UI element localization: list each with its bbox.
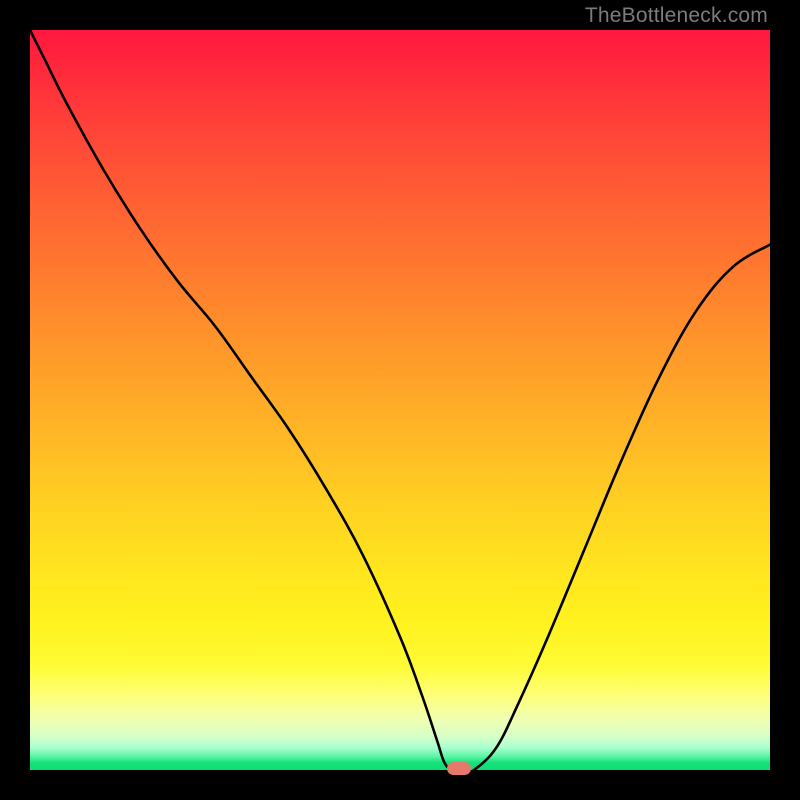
plot-area (30, 30, 770, 770)
watermark-text: TheBottleneck.com (585, 4, 768, 28)
chart-frame: TheBottleneck.com (0, 0, 800, 800)
minimum-marker (447, 762, 471, 775)
bottleneck-curve (30, 30, 770, 770)
curve-path (30, 30, 770, 772)
